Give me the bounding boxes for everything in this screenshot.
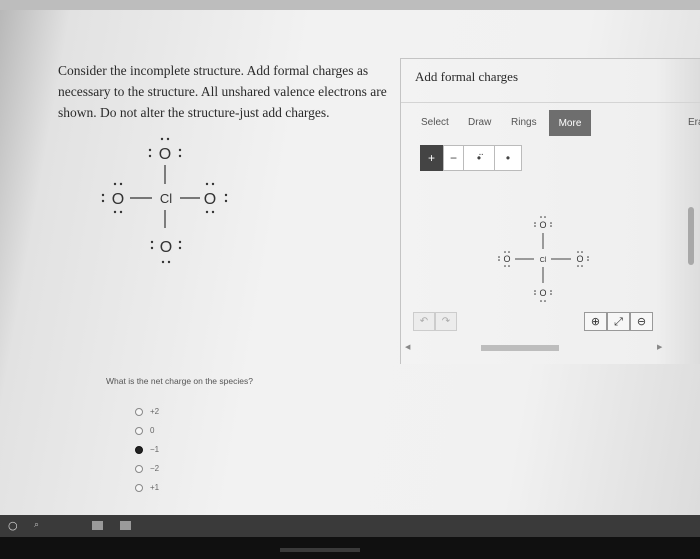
redo-button[interactable]: ↷ <box>435 312 457 331</box>
negative-charge-button[interactable]: − <box>443 145 464 171</box>
option-minus-2[interactable]: −2 <box>135 459 159 478</box>
canvas-atom-cl-center[interactable]: Cl <box>540 257 547 264</box>
panel-title: Add formal charges <box>415 69 519 84</box>
zoom-out-button[interactable]: ⊖ <box>630 312 653 331</box>
scroll-right-icon[interactable]: ▶ <box>657 343 662 351</box>
reference-structure: O O Cl O O <box>101 137 228 264</box>
app-icon[interactable] <box>92 521 103 530</box>
undo-button[interactable]: ↶ <box>413 312 435 331</box>
question-text: Consider the incomplete structure. Add f… <box>58 60 398 123</box>
reset-view-icon: ⤢ <box>614 314 623 328</box>
canvas-atom-o-top[interactable]: O <box>539 220 546 230</box>
radio-button-selected[interactable] <box>135 445 143 454</box>
monitor-logo <box>280 548 360 552</box>
search-icon[interactable]: ⌕ <box>34 520 39 530</box>
question-line: necessary to the structure. All unshared… <box>58 84 387 99</box>
net-charge-options: +2 0 −1 −2 +1 <box>135 402 159 497</box>
windows-start-icon[interactable]: ○ <box>8 519 18 532</box>
divider <box>401 102 700 103</box>
tab-erase[interactable]: Era <box>688 117 700 128</box>
redo-icon: ↷ <box>441 316 451 327</box>
scroll-left-icon[interactable]: ◀ <box>405 343 410 351</box>
taskbar: ○ ⌕ <box>0 515 700 537</box>
canvas-structure[interactable]: O O Cl O O <box>491 199 601 314</box>
lone-pair-button[interactable]: •̈ <box>464 145 495 171</box>
atom-o-left: O <box>112 191 124 208</box>
zoom-in-icon: ⊕ <box>590 315 601 328</box>
vertical-scrollbar-thumb[interactable] <box>688 207 694 265</box>
question-line: Consider the incomplete structure. Add f… <box>58 63 369 78</box>
canvas-atom-o-bottom[interactable]: O <box>539 288 546 298</box>
canvas-atom-o-right[interactable]: O <box>576 254 583 264</box>
zoom-in-button[interactable]: ⊕ <box>584 312 607 331</box>
monitor-top-edge <box>0 0 700 10</box>
option-label: −1 <box>150 445 160 454</box>
option-label: −2 <box>150 464 160 473</box>
option-label: 0 <box>150 426 155 435</box>
reset-view-button[interactable]: ⤢ <box>607 312 630 331</box>
radio-button[interactable] <box>135 464 143 473</box>
tab-more[interactable]: More <box>549 110 591 136</box>
radio-button[interactable] <box>135 426 143 435</box>
option-minus-1[interactable]: −1 <box>135 440 159 459</box>
tab-draw[interactable]: Draw <box>468 117 491 128</box>
net-charge-question: What is the net charge on the species? <box>106 376 253 386</box>
tab-rings[interactable]: Rings <box>511 117 537 128</box>
canvas-atom-o-left[interactable]: O <box>503 254 510 264</box>
atom-o-bottom: O <box>160 239 172 256</box>
undo-icon: ↶ <box>419 316 429 327</box>
question-line: shown. Do not alter the structure-just a… <box>58 105 330 120</box>
horizontal-scrollbar-thumb[interactable] <box>481 345 559 351</box>
option-label: +2 <box>150 407 160 416</box>
page: Consider the incomplete structure. Add f… <box>0 10 700 515</box>
drawing-panel: Add formal charges Select Draw Rings Mor… <box>400 58 700 364</box>
tab-select[interactable]: Select <box>421 117 449 128</box>
option-plus-1[interactable]: +1 <box>135 478 159 497</box>
atom-o-top: O <box>159 146 171 163</box>
radio-button[interactable] <box>135 483 143 492</box>
atom-o-right: O <box>204 191 216 208</box>
atom-cl-center: Cl <box>160 191 172 206</box>
zoom-out-icon: ⊖ <box>636 315 647 328</box>
option-label: +1 <box>150 483 160 492</box>
positive-charge-button[interactable]: + <box>420 145 443 171</box>
folder-icon[interactable] <box>120 521 131 530</box>
option-plus-2[interactable]: +2 <box>135 402 159 421</box>
radio-button[interactable] <box>135 407 143 416</box>
option-0[interactable]: 0 <box>135 421 159 440</box>
radical-button[interactable]: • <box>495 145 522 171</box>
